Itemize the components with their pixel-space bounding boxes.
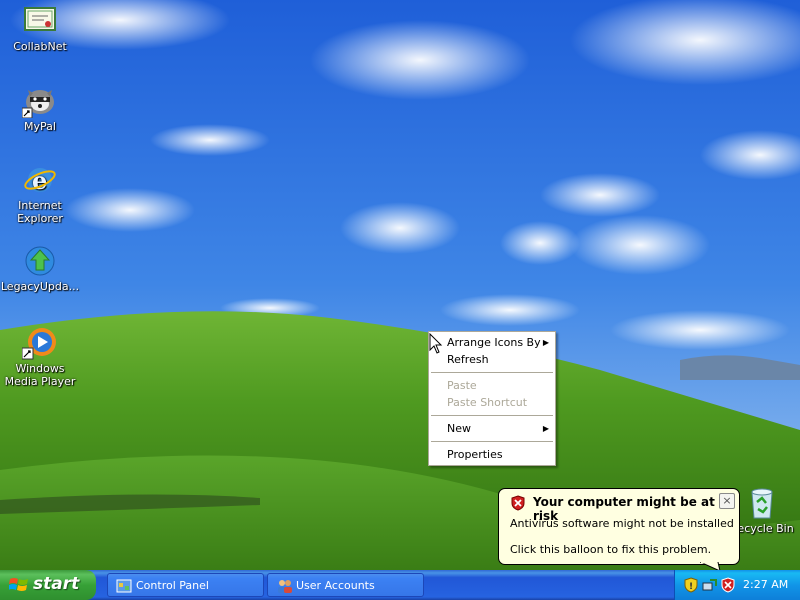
balloon-close-button[interactable]: × xyxy=(719,493,735,509)
balloon-action-text: Click this balloon to fix this problem. xyxy=(510,543,712,556)
menu-separator xyxy=(431,441,553,442)
raccoon-icon xyxy=(21,84,58,119)
menu-item-paste: Paste xyxy=(429,377,555,394)
globe-arrow-icon xyxy=(22,244,58,278)
desktop-icon-mypal[interactable]: MyPal xyxy=(0,84,80,133)
menu-item-label: Properties xyxy=(447,448,503,461)
taskbar-button-label: User Accounts xyxy=(296,579,375,592)
menu-separator xyxy=(431,372,553,373)
desktop-icon-legacyupdate[interactable]: LegacyUpda... xyxy=(0,244,80,293)
taskbar-button-user-accounts[interactable]: User Accounts xyxy=(267,573,424,597)
taskbar-button-control-panel[interactable]: Control Panel xyxy=(107,573,264,597)
menu-item-properties[interactable]: Properties xyxy=(429,446,555,463)
menu-item-label: Paste Shortcut xyxy=(447,396,528,409)
security-shield-icon xyxy=(510,495,526,514)
desktop-icon-windows-media-player[interactable]: Windows Media Player xyxy=(0,326,80,388)
desktop-icon-label: LegacyUpda... xyxy=(0,280,80,293)
submenu-arrow-icon: ▶ xyxy=(542,424,549,433)
menu-item-refresh[interactable]: Refresh xyxy=(429,351,555,368)
taskbar-button-label: Control Panel xyxy=(136,579,209,592)
recycle-bin-icon xyxy=(744,486,780,520)
desktop-icon-label: MyPal xyxy=(24,120,56,133)
media-player-icon xyxy=(21,326,58,360)
user-accounts-icon xyxy=(276,578,294,597)
security-alert-balloon[interactable]: Your computer might be at risk × Antivir… xyxy=(498,488,740,565)
menu-item-label: Arrange Icons By xyxy=(447,336,541,349)
desktop-context-menu: Arrange Icons By ▶ Refresh Paste Paste S… xyxy=(428,331,556,466)
svg-text:e: e xyxy=(32,166,47,195)
network-icon[interactable] xyxy=(702,577,718,596)
system-tray: ! 2:27 AM xyxy=(674,570,800,600)
desktop-icon-label: CollabNet xyxy=(13,40,67,53)
submenu-arrow-icon: ▶ xyxy=(542,338,549,347)
menu-item-label: Paste xyxy=(447,379,477,392)
security-center-icon[interactable]: ! xyxy=(683,577,699,596)
menu-item-new[interactable]: New ▶ xyxy=(429,420,555,437)
security-alert-tray-icon[interactable] xyxy=(720,577,736,596)
taskbar: start Control Panel User Accounts ! 2:27… xyxy=(0,570,800,600)
menu-separator xyxy=(431,415,553,416)
desktop-icon-label: Windows Media Player xyxy=(4,362,76,388)
internet-explorer-icon: e xyxy=(22,163,58,197)
menu-item-paste-shortcut: Paste Shortcut xyxy=(429,394,555,411)
mouse-cursor-icon xyxy=(429,332,443,358)
menu-item-arrange-icons-by[interactable]: Arrange Icons By ▶ xyxy=(429,334,555,351)
svg-text:!: ! xyxy=(689,582,693,592)
start-button[interactable]: start xyxy=(0,570,96,600)
taskbar-clock[interactable]: 2:27 AM xyxy=(743,578,788,591)
desktop-wallpaper[interactable] xyxy=(0,0,800,570)
menu-item-label: New xyxy=(447,422,471,435)
balloon-message: Antivirus software might not be installe… xyxy=(510,517,734,530)
certificate-icon xyxy=(22,4,58,38)
desktop-icon-collabnet[interactable]: CollabNet xyxy=(0,4,80,53)
desktop-icon-internet-explorer[interactable]: e Internet Explorer xyxy=(0,163,80,225)
windows-logo-icon xyxy=(8,576,29,599)
menu-item-label: Refresh xyxy=(447,353,489,366)
desktop-icon-label: Internet Explorer xyxy=(17,199,63,225)
control-panel-icon xyxy=(116,578,132,597)
start-label: start xyxy=(33,574,80,594)
